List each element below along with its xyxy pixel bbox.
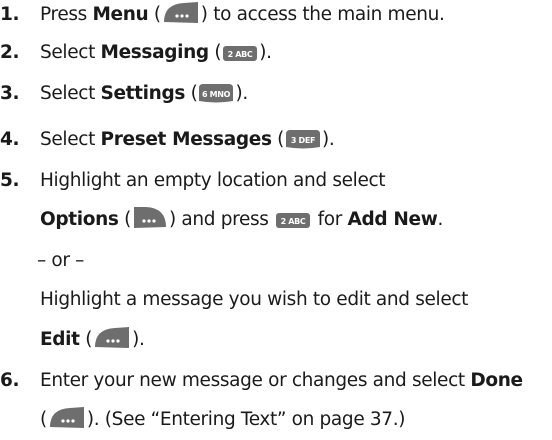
add-new-label: Add New — [347, 209, 438, 230]
key-label: 6 MNO — [202, 90, 231, 99]
step-text: ). — [235, 83, 248, 104]
step-number: 4. — [0, 129, 20, 150]
step-text: ). — [322, 129, 335, 150]
paren: ( — [208, 42, 222, 63]
done-label: Done — [470, 370, 523, 391]
step-4: 4. Select Preset Messages (3 DEF). — [0, 125, 552, 155]
options-softkey-icon — [132, 206, 168, 230]
step-3: 3. Select Settings (6 MNO). — [0, 79, 552, 109]
instruction-steps: 1. Press Menu ( ) to access the main menu… — [0, 0, 552, 440]
step-text: ) to access the main menu. — [200, 4, 445, 25]
messaging-label: Messaging — [100, 42, 210, 63]
step-5: 5. Highlight an empty location and selec… — [0, 166, 552, 196]
step-number: 1. — [0, 4, 20, 25]
step-text: . — [437, 209, 443, 230]
key-label: 2 ABC — [281, 217, 306, 226]
key-label: 3 DEF — [291, 136, 315, 145]
step-number: 6. — [0, 370, 20, 391]
step-text: ). (See “Entering Text” on page 37.) — [86, 409, 406, 430]
step-1: 1. Press Menu ( ) to access the main menu… — [0, 0, 552, 30]
step-6-line-2: ( ). (See “Entering Text” on page 37.) — [0, 405, 552, 435]
paren: ( — [118, 209, 132, 230]
step-text: Highlight an empty location and select — [40, 170, 386, 191]
step-text: Highlight a message you wish to edit and… — [40, 289, 469, 310]
key-3def-icon: 3 DEF — [285, 128, 321, 150]
step-5-or: – or – — [0, 246, 552, 276]
edit-label: Edit — [40, 329, 80, 350]
menu-softkey-icon — [48, 406, 86, 430]
menu-label: Menu — [92, 4, 149, 25]
step-5-line-5: Edit (). — [0, 325, 552, 355]
step-number: 3. — [0, 83, 20, 104]
paren: ( — [185, 83, 198, 104]
settings-label: Settings — [100, 83, 186, 104]
paren: ( — [148, 4, 161, 25]
step-text: Select — [40, 129, 101, 150]
step-5-line-4: Highlight a message you wish to edit and… — [0, 285, 552, 315]
preset-messages-label: Preset Messages — [100, 129, 272, 150]
key-2abc-icon: 2 ABC — [222, 43, 258, 63]
step-text: ). — [132, 329, 145, 350]
step-text: Select — [40, 42, 101, 63]
step-text: Enter your new message or changes and se… — [40, 370, 471, 391]
step-5-line-2: Options ( ) and press 2 ABC for Add New. — [0, 205, 552, 235]
menu-softkey-icon — [162, 1, 200, 25]
step-text: Select — [40, 83, 101, 104]
step-text: ). — [259, 42, 272, 63]
options-label: Options — [40, 209, 119, 230]
step-text: for — [312, 209, 348, 230]
paren: ( — [79, 329, 93, 350]
key-6mno-icon: 6 MNO — [198, 82, 234, 104]
paren: ( — [40, 409, 47, 430]
step-2: 2. Select Messaging (2 ABC). — [0, 38, 552, 68]
step-text: ) and press — [169, 209, 275, 230]
key-2abc-icon: 2 ABC — [275, 210, 311, 230]
step-number: 5. — [0, 170, 20, 191]
step-number: 2. — [0, 42, 20, 63]
or-separator: – or – — [37, 250, 85, 271]
step-6: 6. Enter your new message or changes and… — [0, 366, 552, 396]
menu-softkey-icon — [93, 326, 131, 350]
step-text: Press — [40, 4, 93, 25]
key-label: 2 ABC — [228, 50, 253, 59]
paren: ( — [271, 129, 285, 150]
